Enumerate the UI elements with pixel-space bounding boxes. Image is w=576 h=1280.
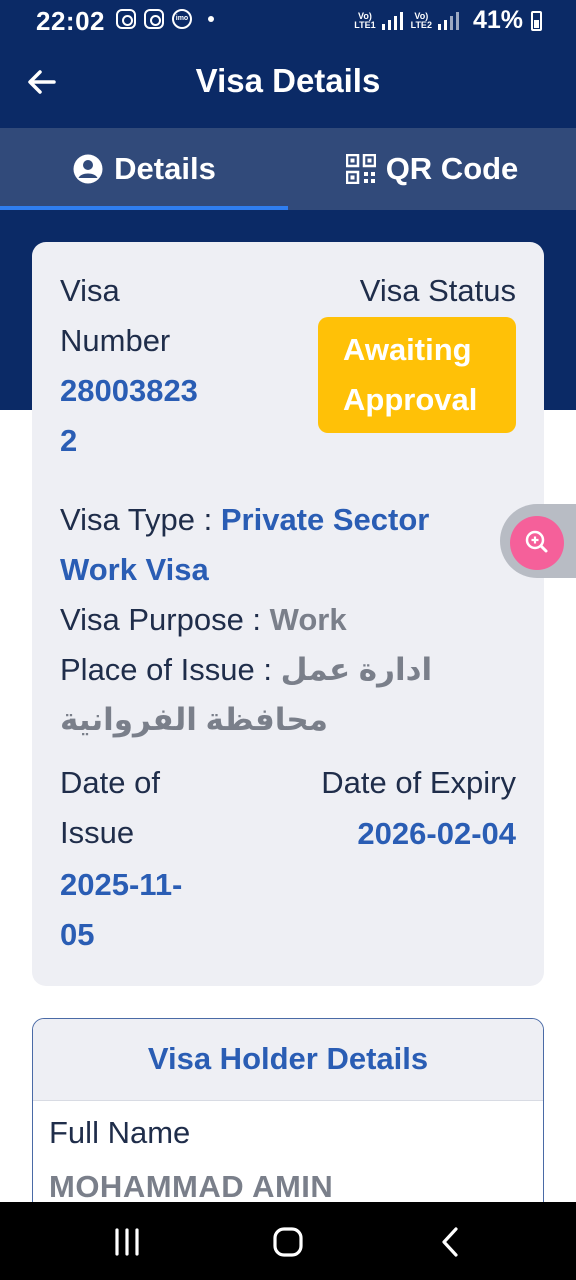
qr-code-icon bbox=[345, 154, 376, 184]
place-of-issue-value: ادارة عمل bbox=[280, 652, 433, 687]
app-bar: Visa Details bbox=[0, 42, 576, 128]
date-of-expiry-value: 2026-02-04 bbox=[357, 816, 516, 851]
visa-purpose-label: Visa Purpose : bbox=[60, 602, 270, 637]
visa-purpose-value: Work bbox=[269, 602, 347, 637]
status-time: 22:02 bbox=[36, 6, 105, 36]
battery-percent: 41% bbox=[472, 6, 523, 34]
visa-holder-card: Visa Holder Details Full Name MOHAMMAD A… bbox=[32, 1018, 544, 1218]
place-of-issue-value-cont: محافظة الفروانية bbox=[60, 702, 328, 737]
visa-number-label: Visa Number bbox=[60, 273, 171, 358]
visa-holder-title: Visa Holder Details bbox=[33, 1019, 543, 1101]
page-title: Visa Details bbox=[195, 62, 381, 99]
tab-details-label: Details bbox=[114, 151, 216, 186]
date-of-issue-value: 2025-11- 05 bbox=[60, 867, 183, 952]
instagram-icon bbox=[116, 9, 136, 29]
battery-icon bbox=[531, 10, 542, 31]
back-icon bbox=[442, 1227, 458, 1257]
signal-sim1-icon: Vo) LTE1 bbox=[354, 11, 403, 30]
visa-info-card: Visa Number 28003823 2 Visa Status Await… bbox=[32, 242, 544, 986]
tab-bar: Details QR Code bbox=[0, 128, 576, 210]
home-button[interactable] bbox=[268, 1224, 308, 1260]
zoom-in-icon bbox=[525, 530, 548, 553]
visa-type-value: Private Sector bbox=[220, 502, 430, 537]
date-of-issue-label: Date of Issue bbox=[60, 765, 160, 850]
recent-apps-icon bbox=[115, 1228, 139, 1256]
tab-qr-code[interactable]: QR Code bbox=[288, 128, 576, 210]
signal-sim2-icon: Vo) LTE2 bbox=[411, 11, 459, 30]
status-indicators: Vo) LTE1 Vo) LTE2 41% bbox=[354, 6, 542, 35]
visa-status-label: Visa Status bbox=[359, 273, 516, 308]
home-icon bbox=[273, 1227, 303, 1257]
instagram-icon bbox=[144, 9, 164, 29]
imo-icon: imo bbox=[172, 9, 192, 29]
nav-back-button[interactable] bbox=[430, 1224, 470, 1260]
visa-number-value: 28003823 2 bbox=[60, 373, 198, 458]
zoom-handle[interactable] bbox=[500, 504, 576, 578]
user-circle-icon bbox=[73, 154, 103, 184]
zoom-button[interactable] bbox=[510, 516, 564, 570]
visa-type-label: Visa Type : bbox=[60, 502, 221, 537]
notification-icons: imo bbox=[116, 9, 214, 29]
place-of-issue-label: Place of Issue : bbox=[60, 652, 281, 687]
visa-type-value-cont: Work Visa bbox=[60, 552, 209, 587]
full-name-label: Full Name bbox=[49, 1115, 191, 1150]
date-of-expiry-label: Date of Expiry bbox=[321, 765, 516, 800]
full-name-value: MOHAMMAD AMIN bbox=[49, 1169, 334, 1204]
status-bar: 22:02 imo Vo) LTE1 Vo) LTE2 41% bbox=[0, 0, 576, 42]
system-nav-bar bbox=[0, 1202, 576, 1280]
notification-dot-icon bbox=[208, 16, 214, 22]
tab-qr-code-label: QR Code bbox=[385, 151, 519, 186]
visa-purpose-row: Visa Purpose : Work bbox=[60, 595, 347, 645]
recent-apps-button[interactable] bbox=[107, 1224, 147, 1260]
place-of-issue-row: Place of Issue : ادارة عمل bbox=[60, 645, 432, 695]
tab-details[interactable]: Details bbox=[0, 128, 288, 210]
status-badge: Awaiting Approval bbox=[318, 317, 516, 433]
visa-type-row: Visa Type : Private Sector Work Visa bbox=[60, 495, 500, 595]
